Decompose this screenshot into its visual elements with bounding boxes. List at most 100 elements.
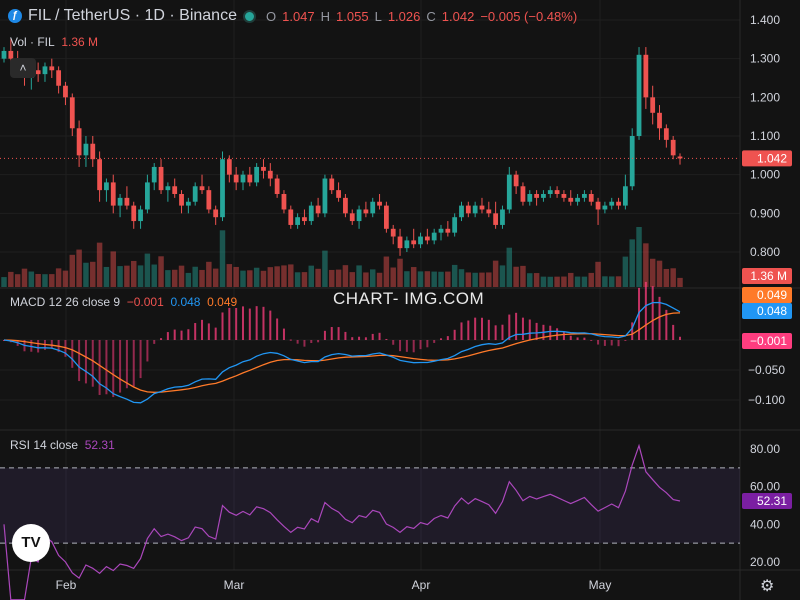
candle — [199, 174, 205, 194]
candle — [56, 66, 62, 94]
candle-body — [172, 186, 178, 194]
macd-histogram-bar — [672, 324, 675, 340]
volume-bar — [260, 270, 267, 287]
candle — [383, 201, 389, 233]
candle-body — [261, 166, 266, 171]
candle-body — [295, 217, 301, 225]
candle — [411, 228, 417, 249]
volume-bar — [329, 269, 335, 287]
candle-body — [356, 209, 362, 222]
candle-body — [131, 205, 137, 222]
volume-bar — [451, 264, 458, 287]
candle-body — [629, 136, 635, 187]
volume-bar — [28, 271, 35, 287]
candle — [179, 190, 184, 214]
candle-body — [233, 174, 239, 183]
candle — [547, 186, 553, 198]
candle — [165, 182, 171, 202]
volume-bar — [540, 276, 547, 287]
volume-badge: 1.36 M — [742, 268, 792, 284]
macd-histogram-bar — [440, 338, 443, 340]
volume-legend[interactable]: Vol · FIL 1.36 M — [10, 35, 98, 49]
collapse-legend-button[interactable]: ˄ — [10, 58, 36, 78]
macd-histogram-bar — [112, 340, 115, 398]
macd-histogram-bar — [617, 340, 620, 347]
volume-bar — [131, 260, 137, 287]
candle-body — [363, 209, 369, 214]
volume-bar — [479, 272, 485, 287]
macd-signal-value: 0.049 — [207, 295, 238, 309]
tradingview-logo-icon[interactable]: TV — [12, 524, 50, 562]
candle-body — [465, 205, 471, 214]
macd-histogram-bar — [173, 329, 176, 340]
candle-body — [424, 236, 430, 241]
macd-histogram-bar — [480, 317, 483, 340]
macd-histogram-bar — [255, 306, 258, 340]
symbol-title[interactable]: FIL / TetherUS · 1D · Binance — [28, 7, 237, 25]
x-tick-label: Apr — [412, 578, 431, 592]
candle — [622, 174, 628, 210]
price-tick-label: 1.400 — [750, 13, 780, 27]
candle-body — [541, 194, 546, 198]
macd-histogram-bar — [569, 335, 572, 340]
volume-bar — [322, 250, 328, 287]
macd-histogram-bar — [166, 332, 169, 340]
candle-body — [479, 205, 485, 210]
settings-gear-icon[interactable]: ⚙ — [760, 576, 774, 596]
macd-histogram-bar — [487, 319, 490, 340]
volume-bar — [199, 269, 205, 287]
candle-body — [609, 201, 615, 206]
macd-histogram-bar — [296, 340, 299, 344]
candle — [254, 163, 260, 187]
candle — [104, 178, 109, 202]
market-status-icon[interactable] — [242, 9, 256, 23]
macd-histogram-bar — [576, 337, 579, 340]
candle — [486, 201, 492, 218]
macd-histogram-bar — [501, 324, 504, 340]
volume-bar — [14, 274, 21, 287]
macd-histogram-bar — [610, 340, 613, 346]
volume-bar — [417, 271, 424, 287]
volume-bar — [158, 256, 164, 287]
candle — [554, 186, 560, 198]
macd-histogram-bar — [98, 340, 101, 395]
macd-histogram-bar — [262, 306, 265, 340]
candle-body — [561, 194, 567, 198]
volume-bar — [55, 268, 62, 287]
candle — [636, 47, 642, 140]
volume-bar — [568, 272, 574, 287]
rsi-tick-label: 40.00 — [750, 517, 780, 531]
candle — [192, 182, 198, 206]
macd-legend[interactable]: MACD 12 26 close 9 −0.001 0.048 0.049 — [10, 295, 237, 309]
candle-body — [110, 182, 116, 206]
volume-bar — [124, 265, 130, 287]
volume-bar — [643, 243, 649, 287]
volume-bar — [233, 266, 239, 287]
rsi-tick-label: 60.00 — [750, 480, 780, 494]
volume-bar — [206, 261, 212, 287]
candle-body — [104, 182, 109, 191]
rsi-legend[interactable]: RSI 14 close 52.31 — [10, 438, 115, 452]
macd-histogram-bar — [515, 312, 518, 340]
candle — [616, 197, 621, 210]
candle-body — [554, 190, 560, 194]
volume-bar — [83, 262, 89, 287]
ohlc-readout: O 1.047 H 1.055 L 1.026 C 1.042 −0.005 (−0.4… — [265, 8, 578, 24]
candle — [520, 182, 526, 206]
volume-bar — [615, 276, 622, 287]
volume-bar — [253, 267, 260, 287]
candle-body — [145, 182, 150, 210]
volume-bar — [69, 254, 76, 287]
volume-bar — [458, 269, 465, 287]
candle — [247, 166, 253, 187]
low-value: 1.026 — [387, 8, 421, 24]
candle-body — [63, 85, 68, 98]
candle-body — [452, 217, 458, 233]
candle-body — [397, 236, 403, 249]
volume-bar — [656, 260, 663, 287]
macd-hist-value: −0.001 — [126, 295, 164, 309]
volume-bar — [308, 265, 315, 287]
candle-body — [158, 166, 164, 191]
volume-bar — [212, 268, 219, 287]
candle — [322, 174, 328, 218]
